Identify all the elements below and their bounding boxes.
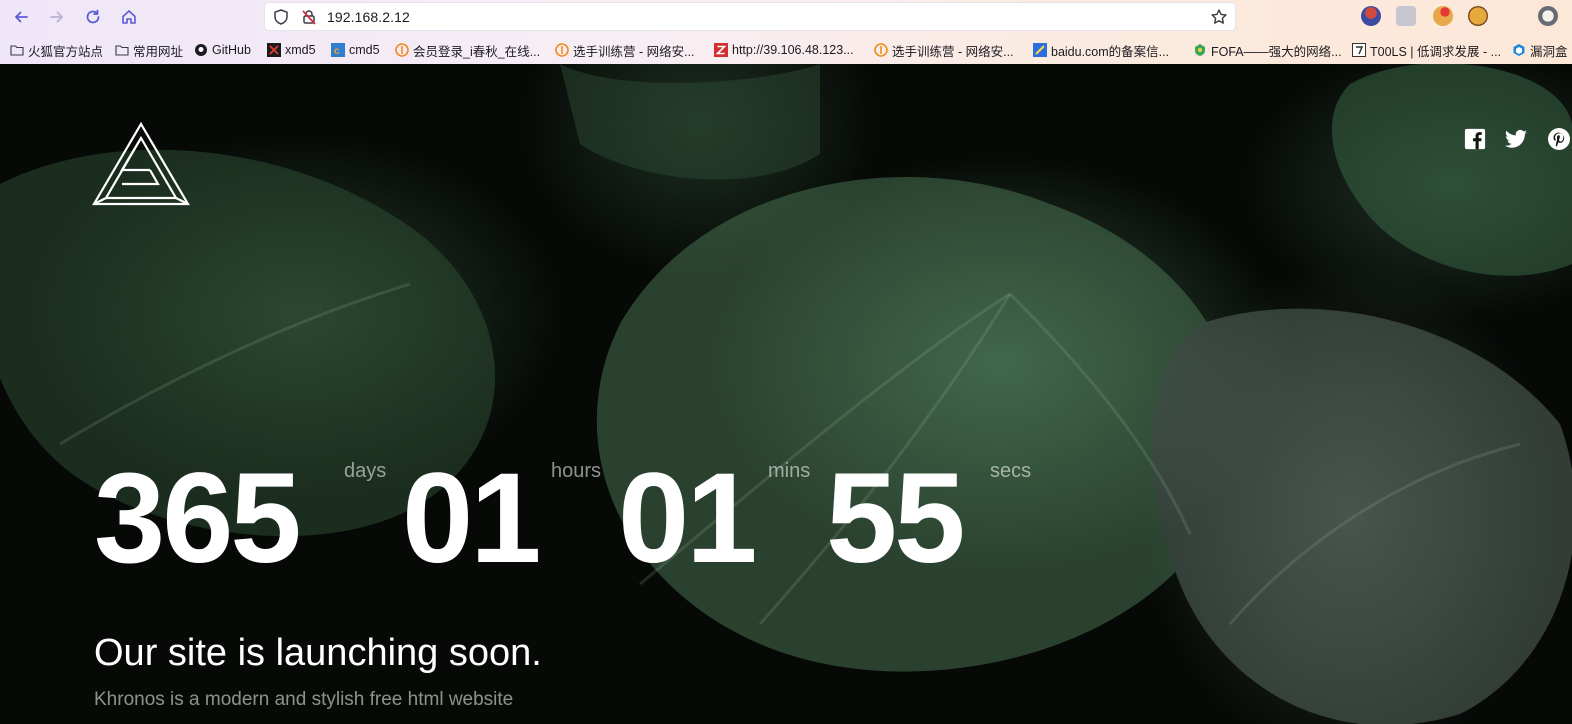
monstera-leaves-background — [0, 64, 1572, 724]
xmd5-icon — [267, 43, 281, 57]
countdown-hours-value: 01 — [402, 447, 541, 590]
extension-globe-icon[interactable] — [1361, 6, 1381, 26]
svg-text:c: c — [334, 46, 340, 57]
ichunqiu-icon — [395, 43, 409, 57]
countdown-hours-label: hours — [551, 460, 602, 482]
bookmark-label: 火狐官方站点 — [28, 44, 104, 59]
bookmark-item[interactable]: 选手训练营 - 网络安... — [874, 40, 1014, 60]
reload-icon — [86, 9, 100, 24]
pinterest-icon[interactable] — [1546, 126, 1572, 152]
countdown-mins-value: 01 — [618, 447, 757, 590]
countdown-days-value: 365 — [94, 447, 302, 590]
ichunqiu-icon — [555, 43, 569, 57]
bookmark-label: 漏洞盒 — [1530, 44, 1568, 59]
extension-badge-icon[interactable] — [1433, 6, 1453, 26]
arrow-left-icon — [15, 11, 28, 23]
browser-chrome: 192.168.2.12 火狐官方站点 常用网址 GitHub xmd5 c c… — [0, 0, 1572, 64]
home-button[interactable] — [117, 5, 141, 29]
reload-button[interactable] — [81, 5, 105, 29]
folder-icon — [115, 43, 129, 57]
extension-monkey-icon[interactable] — [1468, 6, 1488, 26]
twitter-icon[interactable] — [1503, 126, 1529, 152]
navigation-toolbar: 192.168.2.12 — [0, 0, 1572, 33]
page-headline: Our site is launching soon. — [94, 632, 542, 674]
home-icon — [122, 10, 136, 24]
bookmark-item[interactable]: GitHub — [194, 40, 251, 60]
bookmark-item[interactable]: http://39.106.48.123... — [714, 40, 854, 60]
url-bar[interactable]: 192.168.2.12 — [264, 2, 1236, 31]
countdown-mins-label: mins — [768, 460, 811, 482]
bookmark-label: FOFA——强大的网络... — [1211, 44, 1342, 59]
facebook-icon[interactable] — [1462, 126, 1488, 152]
bookmark-item[interactable]: T00LS | 低调求发展 - ... — [1352, 40, 1501, 60]
countdown-days-label: days — [344, 460, 387, 482]
z-icon — [714, 43, 728, 57]
social-links — [1462, 126, 1572, 154]
back-button[interactable] — [9, 5, 33, 29]
countdown-secs-label: secs — [990, 460, 1032, 482]
page-subtext: Khronos is a modern and stylish free htm… — [94, 689, 514, 710]
countdown-secs-value: 55 — [826, 447, 965, 590]
bookmark-label: baidu.com的备案信... — [1051, 44, 1170, 59]
bookmark-item[interactable]: 常用网址 — [115, 40, 183, 60]
shield-icon[interactable] — [272, 8, 290, 26]
bookmark-item[interactable]: c cmd5 — [331, 40, 380, 60]
bookmark-label: http://39.106.48.123... — [732, 43, 854, 57]
bookmark-label: 选手训练营 - 网络安... — [573, 44, 695, 59]
bookmark-label: 选手训练营 - 网络安... — [892, 44, 1014, 59]
insecure-lock-icon[interactable] — [300, 8, 318, 26]
bookmarks-toolbar: 火狐官方站点 常用网址 GitHub xmd5 c cmd5 会员登录_i春秋_… — [0, 36, 1572, 64]
baidu-icon — [1033, 43, 1047, 57]
folder-icon — [10, 43, 24, 57]
extension-cookie-icon[interactable] — [1538, 6, 1558, 26]
bookmark-item[interactable]: 会员登录_i春秋_在线... — [395, 40, 540, 60]
bookmark-item[interactable]: baidu.com的备案信... — [1033, 40, 1169, 60]
forward-button[interactable] — [45, 5, 69, 29]
bookmark-label: xmd5 — [285, 43, 316, 57]
ichunqiu-icon — [874, 43, 888, 57]
github-icon — [194, 43, 208, 57]
url-text[interactable]: 192.168.2.12 — [327, 9, 410, 25]
bookmark-star-icon[interactable] — [1210, 8, 1228, 26]
cmd5-icon: c — [331, 43, 345, 57]
bookmark-item[interactable]: FOFA——强大的网络... — [1193, 40, 1342, 60]
bookmark-label: 会员登录_i春秋_在线... — [413, 44, 541, 59]
bookmark-item[interactable]: 漏洞盒 — [1512, 40, 1568, 60]
fofa-icon — [1193, 43, 1207, 57]
vulbox-icon — [1512, 43, 1526, 57]
bookmark-item[interactable]: xmd5 — [267, 40, 316, 60]
site-logo[interactable] — [92, 122, 190, 208]
t00ls-icon — [1352, 43, 1366, 57]
extension-container-icon[interactable] — [1396, 6, 1416, 26]
bookmark-label: cmd5 — [349, 43, 380, 57]
bookmark-item[interactable]: 选手训练营 - 网络安... — [555, 40, 695, 60]
bookmark-label: 常用网址 — [133, 44, 184, 59]
bookmark-label: GitHub — [212, 43, 251, 57]
arrow-right-icon — [50, 11, 63, 23]
landing-page: 365 days 01 hours 01 mins 55 secs Our si… — [0, 64, 1572, 724]
bookmark-label: T00LS | 低调求发展 - ... — [1370, 44, 1502, 59]
bookmark-item[interactable]: 火狐官方站点 — [10, 40, 103, 60]
